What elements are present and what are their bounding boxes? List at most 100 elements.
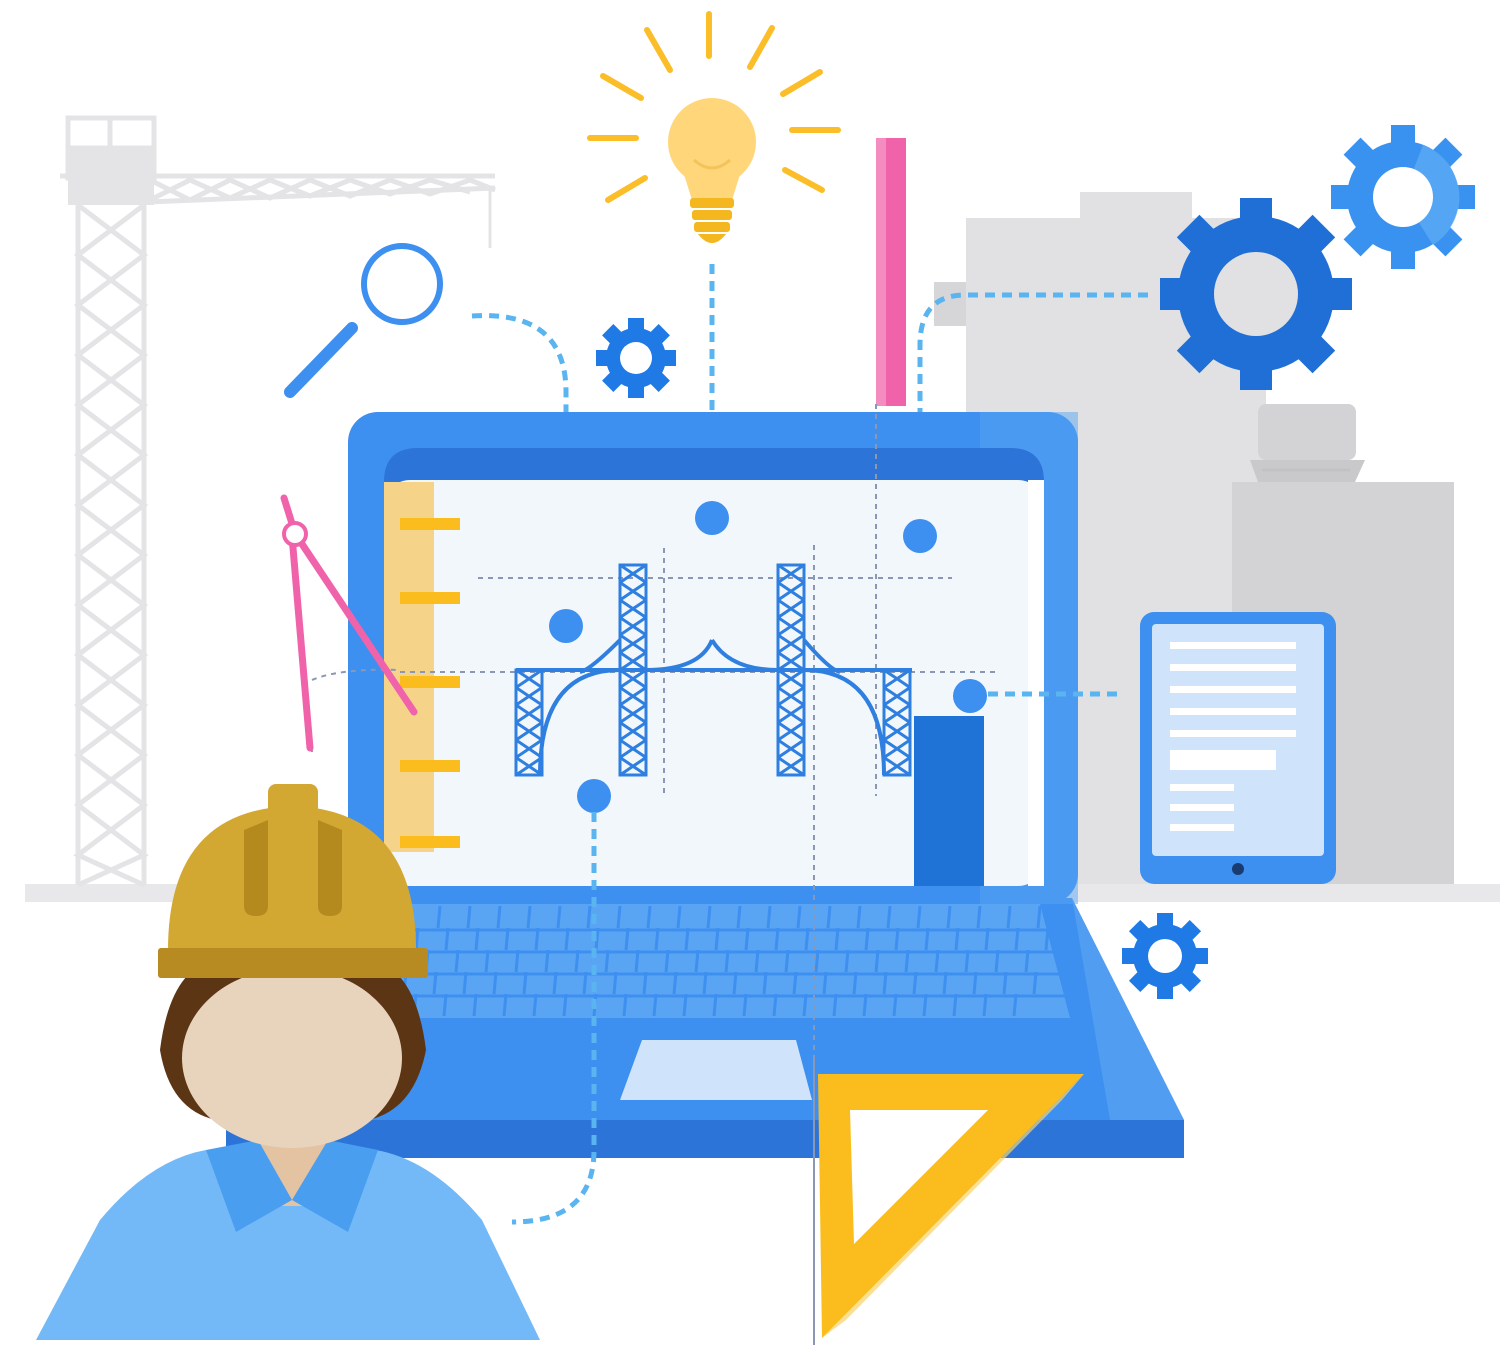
key-separator — [442, 993, 448, 1017]
key-separator — [582, 971, 588, 995]
ruler-icon-vertical — [876, 138, 906, 406]
gear-icon-large — [1160, 198, 1352, 390]
key-separator — [664, 949, 670, 973]
screen-bar-block — [914, 716, 984, 886]
key-separator — [792, 971, 798, 995]
key-separator — [694, 949, 700, 973]
key-separator — [654, 927, 660, 951]
key-separator — [466, 905, 472, 929]
magnifier-icon — [284, 243, 443, 398]
key-separator — [616, 905, 622, 929]
key-separator — [676, 905, 682, 929]
key-separator — [522, 971, 528, 995]
key-separator — [952, 993, 958, 1017]
engineering-illustration — [25, 11, 1500, 1345]
key-separator — [796, 905, 802, 929]
key-separator — [732, 971, 738, 995]
key-separator — [976, 905, 982, 929]
key-separator — [682, 993, 688, 1017]
key-separator — [724, 949, 730, 973]
key-separator — [496, 905, 502, 929]
key-separator — [634, 949, 640, 973]
key-separator — [564, 927, 570, 951]
key-separator — [922, 993, 928, 1017]
key-separator — [1006, 905, 1012, 929]
key-separator — [832, 993, 838, 1017]
key-separator — [826, 905, 832, 929]
key-separator — [534, 927, 540, 951]
key-separator — [472, 993, 478, 1017]
key-separator — [984, 927, 990, 951]
key-separator — [856, 905, 862, 929]
key-separator — [934, 949, 940, 973]
key-separator — [1014, 927, 1020, 951]
key-separator — [544, 949, 550, 973]
set-square-icon — [818, 1074, 1084, 1338]
key-separator — [784, 949, 790, 973]
key-separator — [766, 905, 772, 929]
key-separator — [642, 971, 648, 995]
key-separator — [1012, 993, 1018, 1017]
key-separator — [1032, 971, 1038, 995]
key-separator — [904, 949, 910, 973]
key-separator — [526, 905, 532, 929]
key-separator — [894, 927, 900, 951]
key-separator — [514, 949, 520, 973]
key-separator — [834, 927, 840, 951]
gear-icon-small-top — [596, 318, 676, 398]
key-separator — [462, 971, 468, 995]
key-separator — [706, 905, 712, 929]
key-separator — [942, 971, 948, 995]
key-separator — [964, 949, 970, 973]
key-separator — [714, 927, 720, 951]
key-separator — [912, 971, 918, 995]
key-separator — [574, 949, 580, 973]
key-separator — [862, 993, 868, 1017]
key-separator — [702, 971, 708, 995]
key-separator — [502, 993, 508, 1017]
key-separator — [712, 993, 718, 1017]
key-separator — [652, 993, 658, 1017]
key-separator — [1002, 971, 1008, 995]
key-separator — [612, 971, 618, 995]
key-separator — [774, 927, 780, 951]
key-separator — [436, 905, 442, 929]
key-separator — [1024, 949, 1030, 973]
key-separator — [972, 971, 978, 995]
lightbulb-icon — [587, 11, 841, 243]
key-separator — [604, 949, 610, 973]
key-separator — [886, 905, 892, 929]
key-separator — [864, 927, 870, 951]
key-separator — [474, 927, 480, 951]
key-separator — [444, 927, 450, 951]
key-separator — [916, 905, 922, 929]
key-separator — [814, 949, 820, 973]
key-separator — [924, 927, 930, 951]
gear-icon-small-right — [1122, 913, 1208, 999]
key-separator — [874, 949, 880, 973]
key-separator — [562, 993, 568, 1017]
key-separator — [622, 993, 628, 1017]
trackpad — [620, 1040, 812, 1100]
key-separator — [852, 971, 858, 995]
key-separator — [556, 905, 562, 929]
key-separator — [624, 927, 630, 951]
key-separator — [646, 905, 652, 929]
key-separator — [882, 971, 888, 995]
key-separator — [672, 971, 678, 995]
key-separator — [586, 905, 592, 929]
key-separator — [994, 949, 1000, 973]
key-separator — [492, 971, 498, 995]
key-separator — [954, 927, 960, 951]
key-separator — [1036, 905, 1042, 929]
key-separator — [946, 905, 952, 929]
key-separator — [892, 993, 898, 1017]
key-separator — [552, 971, 558, 995]
key-separator — [484, 949, 490, 973]
key-separator — [684, 927, 690, 951]
tablet-icon — [1140, 612, 1336, 884]
key-separator — [772, 993, 778, 1017]
key-separator — [1044, 927, 1050, 951]
key-separator — [454, 949, 460, 973]
key-separator — [736, 905, 742, 929]
